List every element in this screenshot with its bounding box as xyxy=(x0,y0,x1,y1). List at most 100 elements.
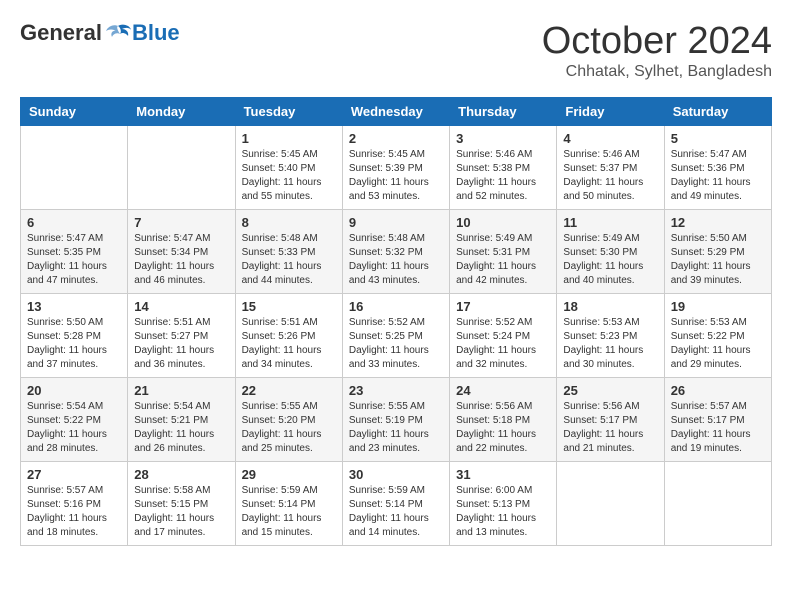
day-info: Sunrise: 5:57 AM Sunset: 5:17 PM Dayligh… xyxy=(671,400,765,456)
calendar-day-cell: 3 Sunrise: 5:46 AM Sunset: 5:38 PM Daylig… xyxy=(450,126,557,210)
day-info: Sunrise: 5:54 AM Sunset: 5:21 PM Dayligh… xyxy=(134,400,228,456)
day-number: 30 xyxy=(349,467,443,482)
calendar-day-cell: 12Sunrise: 5:50 AM Sunset: 5:29 PM Dayli… xyxy=(664,210,771,294)
calendar-day-cell: 8 Sunrise: 5:48 AM Sunset: 5:33 PM Daylig… xyxy=(235,210,342,294)
day-number: 17 xyxy=(456,299,550,314)
location-subtitle: Chhatak, Sylhet, Bangladesh xyxy=(542,63,772,81)
calendar-day-cell: 15Sunrise: 5:51 AM Sunset: 5:26 PM Dayli… xyxy=(235,294,342,378)
calendar-day-cell: 23Sunrise: 5:55 AM Sunset: 5:19 PM Dayli… xyxy=(342,378,449,462)
day-number: 3 xyxy=(456,131,550,146)
day-info: Sunrise: 5:48 AM Sunset: 5:33 PM Dayligh… xyxy=(242,232,336,288)
day-number: 11 xyxy=(563,215,657,230)
calendar-day-cell: 24 Sunrise: 5:56 AM Sunset: 5:18 PM Dayli… xyxy=(450,378,557,462)
day-info: Sunrise: 5:47 AM Sunset: 5:35 PM Dayligh… xyxy=(27,232,121,288)
calendar-day-cell: 1 Sunrise: 5:45 AM Sunset: 5:40 PM Daylig… xyxy=(235,126,342,210)
calendar-day-cell: 18Sunrise: 5:53 AM Sunset: 5:23 PM Dayli… xyxy=(557,294,664,378)
calendar-day-cell: 25Sunrise: 5:56 AM Sunset: 5:17 PM Dayli… xyxy=(557,378,664,462)
day-number: 8 xyxy=(242,215,336,230)
day-number: 1 xyxy=(242,131,336,146)
day-info: Sunrise: 5:54 AM Sunset: 5:22 PM Dayligh… xyxy=(27,400,121,456)
day-info: Sunrise: 5:58 AM Sunset: 5:15 PM Dayligh… xyxy=(134,484,228,540)
day-info: Sunrise: 6:00 AM Sunset: 5:13 PM Dayligh… xyxy=(456,484,550,540)
day-info: Sunrise: 5:57 AM Sunset: 5:16 PM Dayligh… xyxy=(27,484,121,540)
calendar-week-row: 6 Sunrise: 5:47 AM Sunset: 5:35 PM Daylig… xyxy=(21,210,772,294)
day-number: 27 xyxy=(27,467,121,482)
calendar-day-cell: 10Sunrise: 5:49 AM Sunset: 5:31 PM Dayli… xyxy=(450,210,557,294)
calendar-day-cell xyxy=(128,126,235,210)
day-number: 22 xyxy=(242,383,336,398)
day-info: Sunrise: 5:48 AM Sunset: 5:32 PM Dayligh… xyxy=(349,232,443,288)
day-info: Sunrise: 5:49 AM Sunset: 5:30 PM Dayligh… xyxy=(563,232,657,288)
day-number: 9 xyxy=(349,215,443,230)
day-info: Sunrise: 5:53 AM Sunset: 5:22 PM Dayligh… xyxy=(671,316,765,372)
day-number: 24 xyxy=(456,383,550,398)
day-number: 23 xyxy=(349,383,443,398)
calendar-day-cell: 13Sunrise: 5:50 AM Sunset: 5:28 PM Dayli… xyxy=(21,294,128,378)
calendar-day-cell: 28 Sunrise: 5:58 AM Sunset: 5:15 PM Dayli… xyxy=(128,462,235,546)
calendar-day-cell: 27 Sunrise: 5:57 AM Sunset: 5:16 PM Dayli… xyxy=(21,462,128,546)
day-number: 21 xyxy=(134,383,228,398)
day-info: Sunrise: 5:56 AM Sunset: 5:18 PM Dayligh… xyxy=(456,400,550,456)
calendar-week-row: 27 Sunrise: 5:57 AM Sunset: 5:16 PM Dayli… xyxy=(21,462,772,546)
title-area: October 2024 Chhatak, Sylhet, Bangladesh xyxy=(542,20,772,81)
day-info: Sunrise: 5:46 AM Sunset: 5:38 PM Dayligh… xyxy=(456,148,550,204)
day-number: 20 xyxy=(27,383,121,398)
calendar-day-header: Monday xyxy=(128,98,235,126)
calendar-header-row: SundayMondayTuesdayWednesdayThursdayFrid… xyxy=(21,98,772,126)
calendar-day-header: Wednesday xyxy=(342,98,449,126)
day-info: Sunrise: 5:59 AM Sunset: 5:14 PM Dayligh… xyxy=(349,484,443,540)
day-info: Sunrise: 5:45 AM Sunset: 5:40 PM Dayligh… xyxy=(242,148,336,204)
day-number: 26 xyxy=(671,383,765,398)
day-number: 16 xyxy=(349,299,443,314)
page-header: General Blue October 2024 Chhatak, Sylhe… xyxy=(20,20,772,81)
day-number: 28 xyxy=(134,467,228,482)
calendar-day-header: Saturday xyxy=(664,98,771,126)
day-number: 7 xyxy=(134,215,228,230)
calendar-day-cell: 6 Sunrise: 5:47 AM Sunset: 5:35 PM Daylig… xyxy=(21,210,128,294)
calendar-day-cell: 30 Sunrise: 5:59 AM Sunset: 5:14 PM Dayli… xyxy=(342,462,449,546)
day-number: 13 xyxy=(27,299,121,314)
calendar-day-cell: 16 Sunrise: 5:52 AM Sunset: 5:25 PM Dayli… xyxy=(342,294,449,378)
calendar-day-header: Thursday xyxy=(450,98,557,126)
day-info: Sunrise: 5:56 AM Sunset: 5:17 PM Dayligh… xyxy=(563,400,657,456)
calendar-day-cell: 5 Sunrise: 5:47 AM Sunset: 5:36 PM Daylig… xyxy=(664,126,771,210)
day-number: 31 xyxy=(456,467,550,482)
day-number: 4 xyxy=(563,131,657,146)
calendar-day-cell: 4Sunrise: 5:46 AM Sunset: 5:37 PM Daylig… xyxy=(557,126,664,210)
day-number: 10 xyxy=(456,215,550,230)
day-number: 18 xyxy=(563,299,657,314)
day-number: 2 xyxy=(349,131,443,146)
calendar-day-header: Sunday xyxy=(21,98,128,126)
day-info: Sunrise: 5:47 AM Sunset: 5:36 PM Dayligh… xyxy=(671,148,765,204)
calendar-day-cell: 26 Sunrise: 5:57 AM Sunset: 5:17 PM Dayli… xyxy=(664,378,771,462)
logo-general: General xyxy=(20,20,102,46)
day-number: 5 xyxy=(671,131,765,146)
day-info: Sunrise: 5:52 AM Sunset: 5:25 PM Dayligh… xyxy=(349,316,443,372)
logo-bird-icon xyxy=(104,22,132,44)
calendar-day-cell xyxy=(557,462,664,546)
calendar-day-cell: 11 Sunrise: 5:49 AM Sunset: 5:30 PM Dayli… xyxy=(557,210,664,294)
day-number: 19 xyxy=(671,299,765,314)
day-number: 29 xyxy=(242,467,336,482)
logo: General Blue xyxy=(20,20,180,46)
logo-blue: Blue xyxy=(132,20,180,46)
day-number: 14 xyxy=(134,299,228,314)
day-info: Sunrise: 5:47 AM Sunset: 5:34 PM Dayligh… xyxy=(134,232,228,288)
day-info: Sunrise: 5:52 AM Sunset: 5:24 PM Dayligh… xyxy=(456,316,550,372)
day-info: Sunrise: 5:50 AM Sunset: 5:29 PM Dayligh… xyxy=(671,232,765,288)
calendar-day-cell: 22 Sunrise: 5:55 AM Sunset: 5:20 PM Dayli… xyxy=(235,378,342,462)
calendar-week-row: 1 Sunrise: 5:45 AM Sunset: 5:40 PM Daylig… xyxy=(21,126,772,210)
day-info: Sunrise: 5:51 AM Sunset: 5:27 PM Dayligh… xyxy=(134,316,228,372)
calendar-table: SundayMondayTuesdayWednesdayThursdayFrid… xyxy=(20,97,772,546)
month-title: October 2024 xyxy=(542,20,772,63)
day-info: Sunrise: 5:55 AM Sunset: 5:20 PM Dayligh… xyxy=(242,400,336,456)
calendar-day-cell: 14 Sunrise: 5:51 AM Sunset: 5:27 PM Dayli… xyxy=(128,294,235,378)
calendar-week-row: 13Sunrise: 5:50 AM Sunset: 5:28 PM Dayli… xyxy=(21,294,772,378)
day-number: 6 xyxy=(27,215,121,230)
day-info: Sunrise: 5:59 AM Sunset: 5:14 PM Dayligh… xyxy=(242,484,336,540)
calendar-day-cell: 29 Sunrise: 5:59 AM Sunset: 5:14 PM Dayli… xyxy=(235,462,342,546)
calendar-day-cell xyxy=(21,126,128,210)
calendar-day-cell: 21 Sunrise: 5:54 AM Sunset: 5:21 PM Dayli… xyxy=(128,378,235,462)
calendar-day-cell xyxy=(664,462,771,546)
logo-text: General Blue xyxy=(20,20,180,46)
